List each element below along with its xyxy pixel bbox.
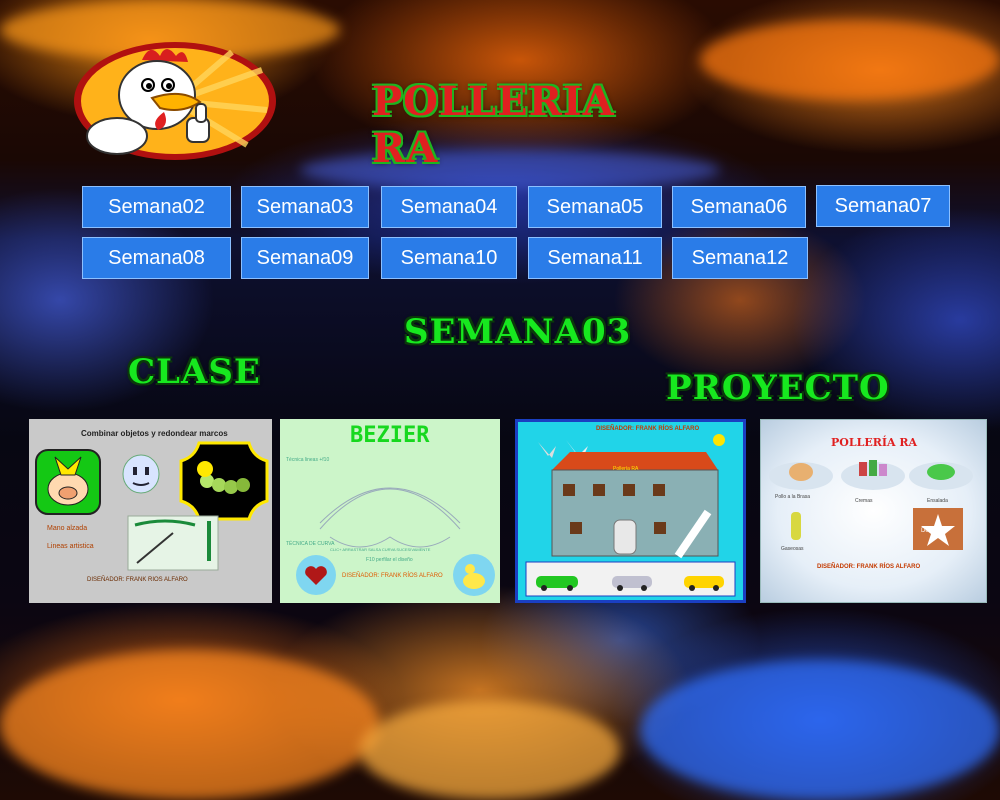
nav-button-semana06[interactable]: Semana06: [672, 186, 806, 228]
tecnica-lineas-label: Técnica lineas +f10: [286, 457, 330, 463]
proyecto-thumbnail-menu[interactable]: POLLERÍA RA Pollo a la Brasa Cremas Ensa…: [760, 419, 987, 603]
proyecto-thumbnail-building[interactable]: DISEÑADOR: FRANK RÍOS ALFARO Pollería RA: [515, 419, 746, 603]
nav-button-semana04[interactable]: Semana04: [381, 186, 517, 228]
menu-item-cremas: Cremas: [855, 498, 873, 504]
stairs-drawing-icon: [127, 515, 219, 571]
smiley-icon: [122, 454, 160, 494]
menu-item-pollo: Pollo a la Brasa: [775, 494, 811, 500]
pig-shape-icon: [35, 449, 101, 515]
heart-badge-icon: [296, 555, 336, 595]
nav-button-semana11[interactable]: Semana11: [528, 237, 662, 279]
nav-button-semana02[interactable]: Semana02: [82, 186, 231, 228]
nav-button-semana10[interactable]: Semana10: [381, 237, 517, 279]
menu-title: POLLERÍA RA: [831, 436, 918, 449]
nav-button-semana12[interactable]: Semana12: [672, 237, 808, 279]
nav-button-semana08[interactable]: Semana08: [82, 237, 231, 279]
proyecto-heading: PROYECTO: [666, 368, 890, 408]
cars-row-icon: [536, 576, 724, 591]
tecnica-curva-label: TÉCNICA DE CURVA: [286, 541, 335, 547]
bezier-curves-icon: [319, 487, 461, 548]
bezier-title: BEZIER: [350, 423, 430, 448]
chicken-mascot-logo-icon: [74, 42, 276, 160]
building-sign: Pollería RA: [613, 466, 639, 472]
mano-alzada-label: Mano alzada: [47, 525, 88, 532]
designer-credit: DISEÑADOR: FRANK RÍOS ALFARO: [817, 564, 921, 570]
lineas-artistica-label: Lineas artistica: [47, 543, 94, 550]
designer-credit: DISEÑADOR: FRANK RÍOS ALFARO: [342, 573, 443, 579]
menu-item-gaseosas: Gaseosas: [781, 546, 804, 552]
f10-label: F10 perfilar el diseño: [366, 557, 413, 563]
instruccion-label: CLIC+ ARRASTRAR SALSA CURVA SUCESIVAMENT…: [330, 547, 431, 552]
caterpillar-icon: [179, 441, 269, 521]
week-title: SEMANA03: [404, 312, 632, 352]
menu-item-delivery: Delivery: [921, 528, 943, 534]
clase-thumbnail-combinar-objetos[interactable]: Combinar objetos y redondear marcos Mano…: [29, 419, 272, 603]
menu-item-ensalada: Ensalada: [927, 498, 948, 504]
nav-button-semana09[interactable]: Semana09: [241, 237, 369, 279]
duck-badge-icon: [453, 554, 495, 596]
nav-button-semana03[interactable]: Semana03: [241, 186, 369, 228]
clase-thumbnail-bezier[interactable]: BEZIER Técnica lineas +f10 TÉCNICA DE CU…: [280, 419, 500, 603]
site-title: POLLERIA RA: [372, 78, 615, 172]
thumbnail-title: Combinar objetos y redondear marcos: [81, 429, 228, 438]
nav-button-semana07[interactable]: Semana07: [816, 185, 950, 227]
nav-button-semana05[interactable]: Semana05: [528, 186, 662, 228]
designer-credit: DISEÑADOR: FRANK RIOS ALFARO: [87, 577, 188, 583]
clase-heading: CLASE: [128, 352, 261, 392]
